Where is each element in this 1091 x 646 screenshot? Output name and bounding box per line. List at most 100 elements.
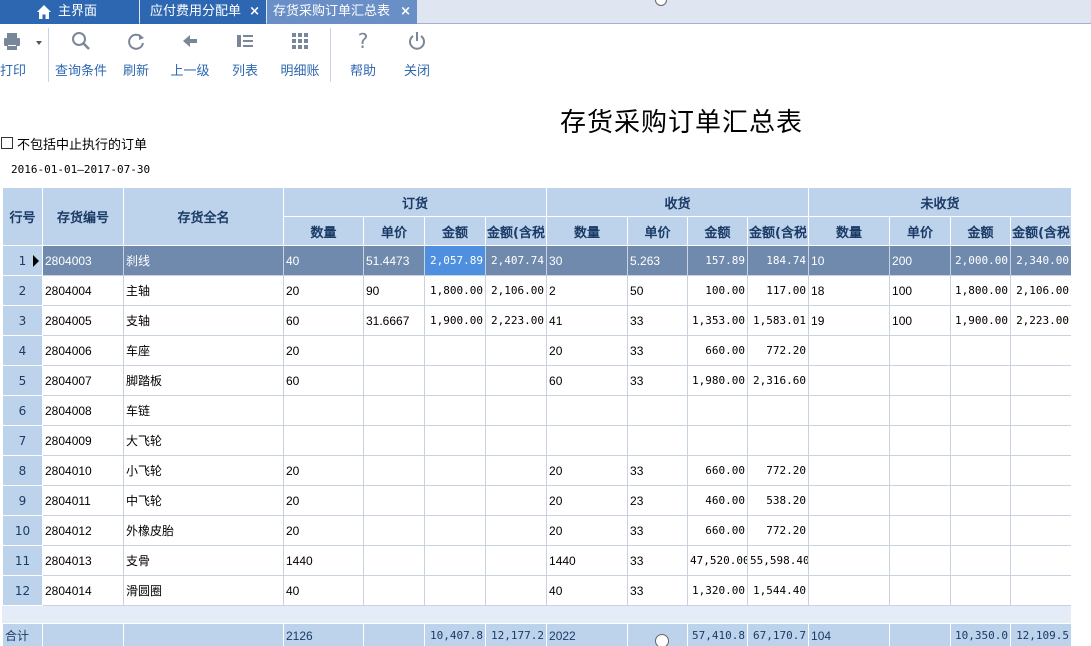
cell-p-tax[interactable]: 2,223.00 [1010,305,1071,336]
table-row[interactable]: 11 2804013 支骨 1440 1440 33 47,520.00 55,598.40 [2,545,1071,576]
exclude-terminated-filter[interactable]: 不包括中止执行的订单 [1,135,147,153]
cell-code[interactable]: 2804013 [42,545,124,576]
table-row[interactable]: 12 2804014 滑圆圈 40 40 33 1,320.00 1,544.40 [2,575,1071,606]
cell-p-amt[interactable] [950,485,1012,516]
cell-r-amt[interactable]: 1,320.00 [687,575,749,606]
cell-r-price[interactable]: 33 [627,335,689,366]
cell-o-price[interactable] [363,395,425,426]
cell-name[interactable]: 外橡皮胎 [123,515,284,546]
row-number-cell[interactable]: 5 [2,365,43,396]
cell-code[interactable]: 2804005 [42,305,124,336]
table-row[interactable]: 7 2804009 大飞轮 [2,425,1071,456]
cell-p-tax[interactable] [1010,425,1071,456]
cell-o-amt[interactable] [424,545,486,576]
cell-p-price[interactable] [889,455,952,486]
cell-r-amt[interactable]: 100.00 [687,275,749,306]
cell-r-amt[interactable]: 47,520.00 [687,545,749,576]
tab-main[interactable]: 主界面 [0,0,139,24]
cell-o-price[interactable] [363,455,425,486]
cell-r-price[interactable]: 50 [627,275,689,306]
col-header-pending-amount-tax[interactable]: 金额(含税 [1010,216,1071,246]
cell-o-qty[interactable] [283,395,364,426]
tab-payable-allocation[interactable]: 应付费用分配单 × [140,0,266,24]
row-number-cell[interactable]: 2 [2,275,43,306]
columns-button[interactable]: 列表 [228,30,262,86]
cell-r-amt[interactable]: 660.00 [687,335,749,366]
cell-r-price[interactable] [627,425,689,456]
tab-inventory-purchase-summary[interactable]: 存货采购订单汇总表 × [267,0,417,24]
cell-o-tax[interactable] [484,365,548,396]
cell-p-qty[interactable] [808,485,891,516]
cell-p-qty[interactable] [808,365,891,396]
cell-o-amt[interactable]: 1,900.00 [424,305,486,336]
cell-p-tax[interactable] [1010,335,1071,366]
row-number-cell[interactable]: 12 [2,575,43,606]
row-number-cell[interactable]: 7 [2,425,43,456]
close-button[interactable]: 关闭 [400,30,434,86]
col-header-order-qty[interactable]: 数量 [283,216,364,246]
cell-o-price[interactable]: 90 [363,275,425,306]
table-row[interactable]: 9 2804011 中飞轮 20 20 23 460.00 538.20 [2,485,1071,516]
cell-name[interactable]: 脚踏板 [123,365,284,396]
cell-name[interactable]: 中飞轮 [123,485,284,516]
cell-o-price[interactable]: 31.6667 [363,305,425,336]
cell-o-price[interactable] [363,545,425,576]
cell-p-price[interactable] [889,575,952,606]
col-header-received-price[interactable]: 单价 [627,216,689,246]
table-row[interactable]: 8 2804010 小飞轮 20 20 33 660.00 772.20 [2,455,1071,486]
cell-r-qty[interactable] [546,425,629,456]
cell-r-qty[interactable]: 41 [546,305,629,336]
cell-p-qty[interactable] [808,515,891,546]
cell-p-price[interactable] [889,545,952,576]
col-header-received-amount[interactable]: 金额 [687,216,749,246]
cell-o-tax[interactable] [484,335,548,366]
cell-o-amt[interactable] [424,515,486,546]
cell-o-qty[interactable]: 20 [283,275,364,306]
cell-p-tax[interactable] [1010,485,1071,516]
cell-name[interactable]: 车链 [123,395,284,426]
cell-r-price[interactable]: 5.263 [627,245,689,276]
cell-o-tax[interactable]: 2,223.00 [484,305,548,336]
cell-name[interactable]: 支骨 [123,545,284,576]
cell-r-amt[interactable]: 660.00 [687,515,749,546]
cell-r-qty[interactable]: 20 [546,455,629,486]
cell-o-tax[interactable] [484,515,548,546]
cell-p-qty[interactable] [808,395,891,426]
cell-r-tax[interactable]: 772.20 [747,455,810,486]
cell-r-qty[interactable]: 20 [546,485,629,516]
cell-p-qty[interactable] [808,575,891,606]
cell-r-price[interactable]: 33 [627,365,689,396]
resize-handle-icon[interactable] [655,0,667,6]
col-header-order-amount[interactable]: 金额 [424,216,486,246]
cell-o-qty[interactable]: 1440 [283,545,364,576]
summary-grid[interactable]: 行号 存货编号 存货全名 订货 收货 未收货 数量 单价 金额 金额(含税 数量… [2,187,1071,646]
cell-o-qty[interactable]: 20 [283,335,364,366]
table-row[interactable]: 4 2804006 车座 20 20 33 660.00 772.20 [2,335,1071,366]
cell-o-tax[interactable]: 2,106.00 [484,275,548,306]
cell-r-tax[interactable]: 55,598.40 [747,545,810,576]
cell-name[interactable]: 支轴 [123,305,284,336]
cell-p-tax[interactable] [1010,575,1071,606]
cell-o-qty[interactable]: 40 [283,575,364,606]
cell-p-qty[interactable]: 18 [808,275,891,306]
cell-o-tax[interactable] [484,545,548,576]
print-button[interactable]: 打印 [0,30,46,86]
cell-code[interactable]: 2804012 [42,515,124,546]
cell-p-tax[interactable] [1010,455,1071,486]
col-header-received-amount-tax[interactable]: 金额(含税 [747,216,810,246]
cell-o-amt[interactable] [424,575,486,606]
cell-code[interactable]: 2804011 [42,485,124,516]
close-icon[interactable]: × [249,0,260,24]
up-level-button[interactable]: 上一级 [168,30,212,86]
cell-p-amt[interactable] [950,365,1012,396]
cell-name[interactable]: 滑圆圈 [123,575,284,606]
cell-o-tax[interactable]: 2,407.74 [484,245,548,276]
query-button[interactable]: 查询条件 [55,30,107,86]
cell-p-amt[interactable]: 1,900.00 [950,305,1012,336]
cell-p-amt[interactable] [950,425,1012,456]
cell-o-amt[interactable] [424,365,486,396]
cell-p-price[interactable]: 100 [889,275,952,306]
cell-p-qty[interactable] [808,455,891,486]
detail-ledger-button[interactable]: 明细账 [278,30,322,86]
col-header-pending-price[interactable]: 单价 [889,216,952,246]
